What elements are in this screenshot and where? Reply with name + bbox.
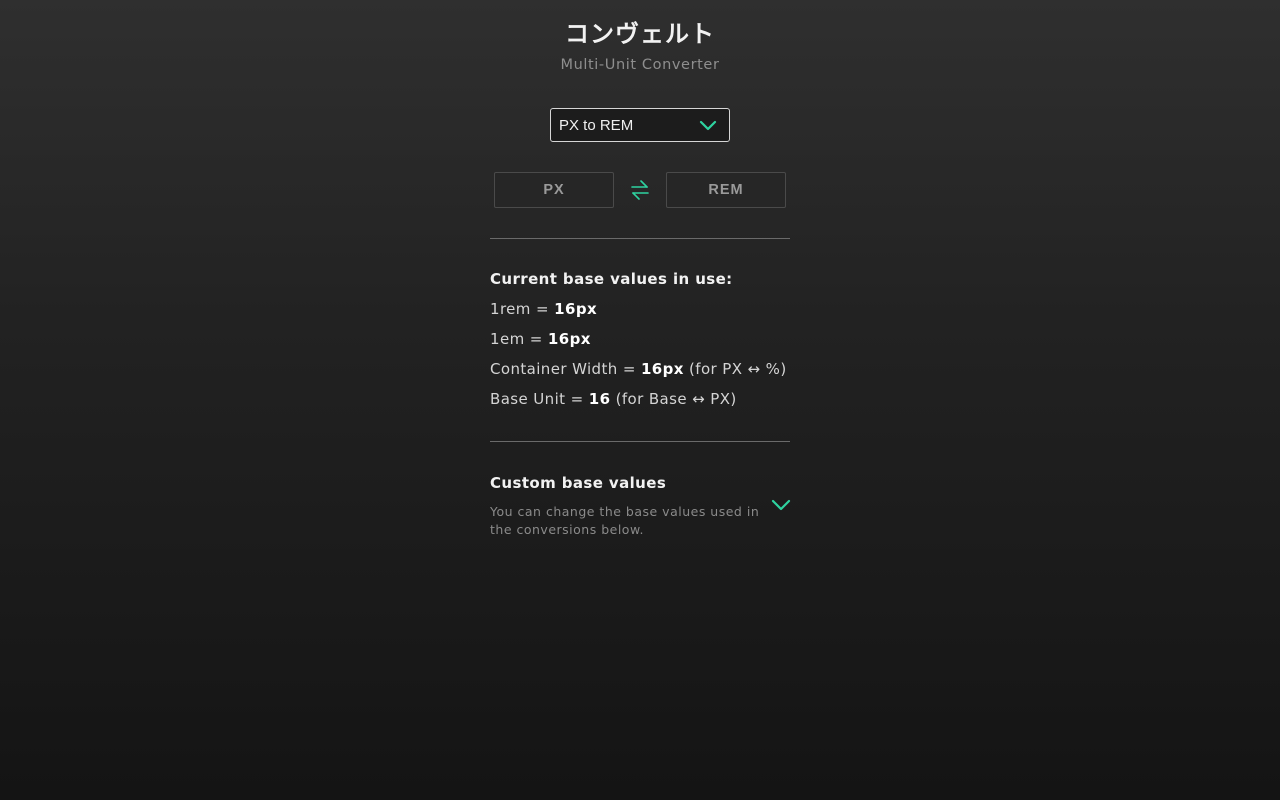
to-unit-button[interactable]: REM xyxy=(666,172,786,208)
swap-arrows-icon[interactable] xyxy=(630,179,650,201)
base-unit-row: Base Unit = 16 (for Base ↔ PX) xyxy=(490,390,737,408)
from-unit-button[interactable]: PX xyxy=(494,172,614,208)
conversion-type-value: PX to REM xyxy=(559,117,634,134)
rem-base-row: 1rem = 16px xyxy=(490,300,597,318)
custom-base-heading: Custom base values xyxy=(490,474,667,492)
em-base-row: 1em = 16px xyxy=(490,330,591,348)
base-unit-label: Base Unit = xyxy=(490,390,589,408)
container-width-value: 16px xyxy=(640,360,684,378)
conversion-type-select[interactable]: PX to REM xyxy=(550,108,730,142)
em-base-label: 1em = xyxy=(490,330,548,348)
divider xyxy=(490,441,790,442)
app-subtitle: Multi-Unit Converter xyxy=(560,57,720,73)
app-title: コンヴェルト xyxy=(565,20,715,48)
chevron-down-icon xyxy=(699,120,717,131)
base-unit-value: 16 xyxy=(588,390,611,408)
rem-base-value: 16px xyxy=(554,300,598,318)
chevron-down-icon[interactable] xyxy=(770,497,792,513)
container-width-label: Container Width = xyxy=(490,360,641,378)
container-width-row: Container Width = 16px (for PX ↔ %) xyxy=(490,360,787,378)
base-unit-suffix: (for Base ↔ PX) xyxy=(610,390,737,408)
current-base-heading: Current base values in use: xyxy=(490,270,733,288)
converter-app: コンヴェルト Multi-Unit Converter PX to REM PX… xyxy=(0,0,1280,800)
container-width-suffix: (for PX ↔ %) xyxy=(683,360,787,378)
custom-base-description: You can change the base values used in t… xyxy=(490,504,760,537)
divider xyxy=(490,238,790,239)
em-base-value: 16px xyxy=(547,330,591,348)
rem-base-label: 1rem = xyxy=(490,300,555,318)
